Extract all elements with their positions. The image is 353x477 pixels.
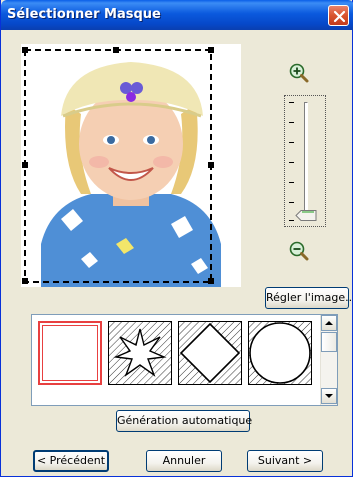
zoom-out-icon <box>289 241 309 261</box>
photo-image <box>21 44 241 287</box>
scroll-thumb[interactable] <box>321 332 337 352</box>
zoom-out-button[interactable] <box>288 240 310 265</box>
slider-groove <box>304 102 308 220</box>
previous-button[interactable]: < Précédent <box>33 450 109 472</box>
scroll-down-button[interactable] <box>321 388 337 404</box>
scroll-up-button[interactable] <box>321 315 337 331</box>
photo-preview[interactable] <box>21 44 241 287</box>
mask-square[interactable] <box>38 321 102 385</box>
title-bar[interactable]: Sélectionner Masque <box>1 0 353 30</box>
close-icon <box>333 10 346 23</box>
select-mask-dialog: Sélectionner Masque Régler l'image... Gé… <box>0 0 353 477</box>
slider-thumb[interactable] <box>295 210 317 221</box>
arrow-up-icon <box>325 321 333 325</box>
cancel-button[interactable]: Annuler <box>146 450 222 472</box>
auto-generate-button[interactable]: Génération automatique <box>116 410 252 432</box>
arrow-down-icon <box>325 394 333 398</box>
mask-list[interactable] <box>31 314 338 406</box>
zoom-in-button[interactable] <box>288 62 310 87</box>
adjust-image-button[interactable]: Régler l'image... <box>265 287 353 309</box>
close-button[interactable] <box>328 5 349 26</box>
mask-star[interactable] <box>108 321 172 385</box>
mask-circle[interactable] <box>248 321 312 385</box>
zoom-in-icon <box>289 63 309 83</box>
next-button[interactable]: Suivant > <box>247 450 323 472</box>
window-title: Sélectionner Masque <box>7 7 161 22</box>
mask-diamond[interactable] <box>178 321 242 385</box>
zoom-slider[interactable] <box>284 95 326 227</box>
slider-ticks <box>289 102 295 222</box>
mask-list-scrollbar[interactable] <box>320 315 337 405</box>
